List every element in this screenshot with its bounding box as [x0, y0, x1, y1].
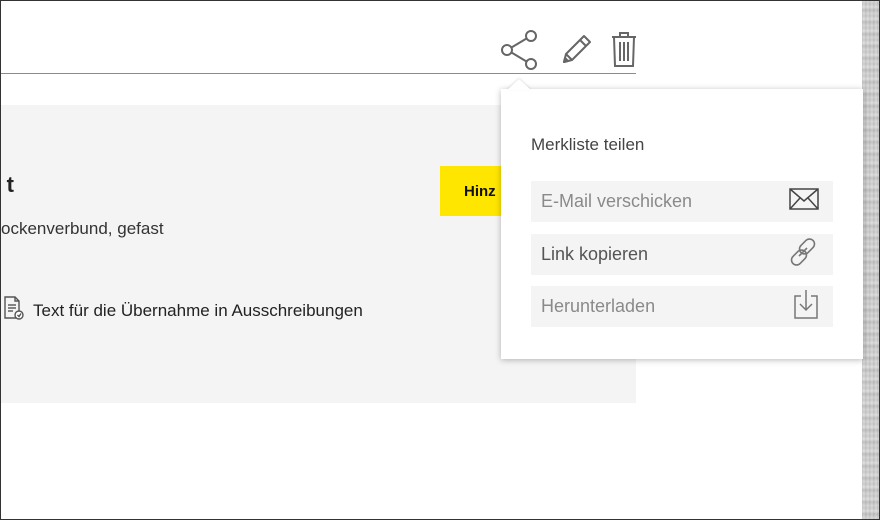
copy-link-option[interactable]: Link kopieren — [531, 234, 833, 275]
send-email-option[interactable]: E-Mail verschicken — [531, 181, 833, 222]
share-icon[interactable] — [497, 28, 541, 72]
link-icon — [787, 236, 819, 273]
header-divider — [1, 73, 636, 74]
document-icon — [3, 296, 25, 325]
popup-arrow — [507, 79, 531, 90]
product-title: t — [6, 172, 14, 197]
download-label: Herunterladen — [541, 296, 656, 316]
trash-icon[interactable] — [602, 28, 646, 72]
copy-link-label: Link kopieren — [541, 244, 649, 264]
pencil-icon[interactable] — [554, 28, 598, 72]
tender-text-label: Text für die Übernahme in Ausschreibunge… — [33, 300, 363, 320]
product-description: ockenverbund, gefast — [1, 219, 164, 238]
share-popup-title: Merkliste teilen — [531, 135, 645, 154]
send-email-label: E-Mail verschicken — [541, 191, 693, 211]
download-icon — [793, 288, 819, 325]
background-stone-texture — [862, 1, 879, 519]
share-popup: Merkliste teilen E-Mail verschicken Link… — [501, 89, 863, 359]
download-option[interactable]: Herunterladen — [531, 286, 833, 327]
tender-text-link[interactable]: Text für die Übernahme in Ausschreibunge… — [3, 296, 363, 325]
envelope-icon — [789, 188, 819, 215]
